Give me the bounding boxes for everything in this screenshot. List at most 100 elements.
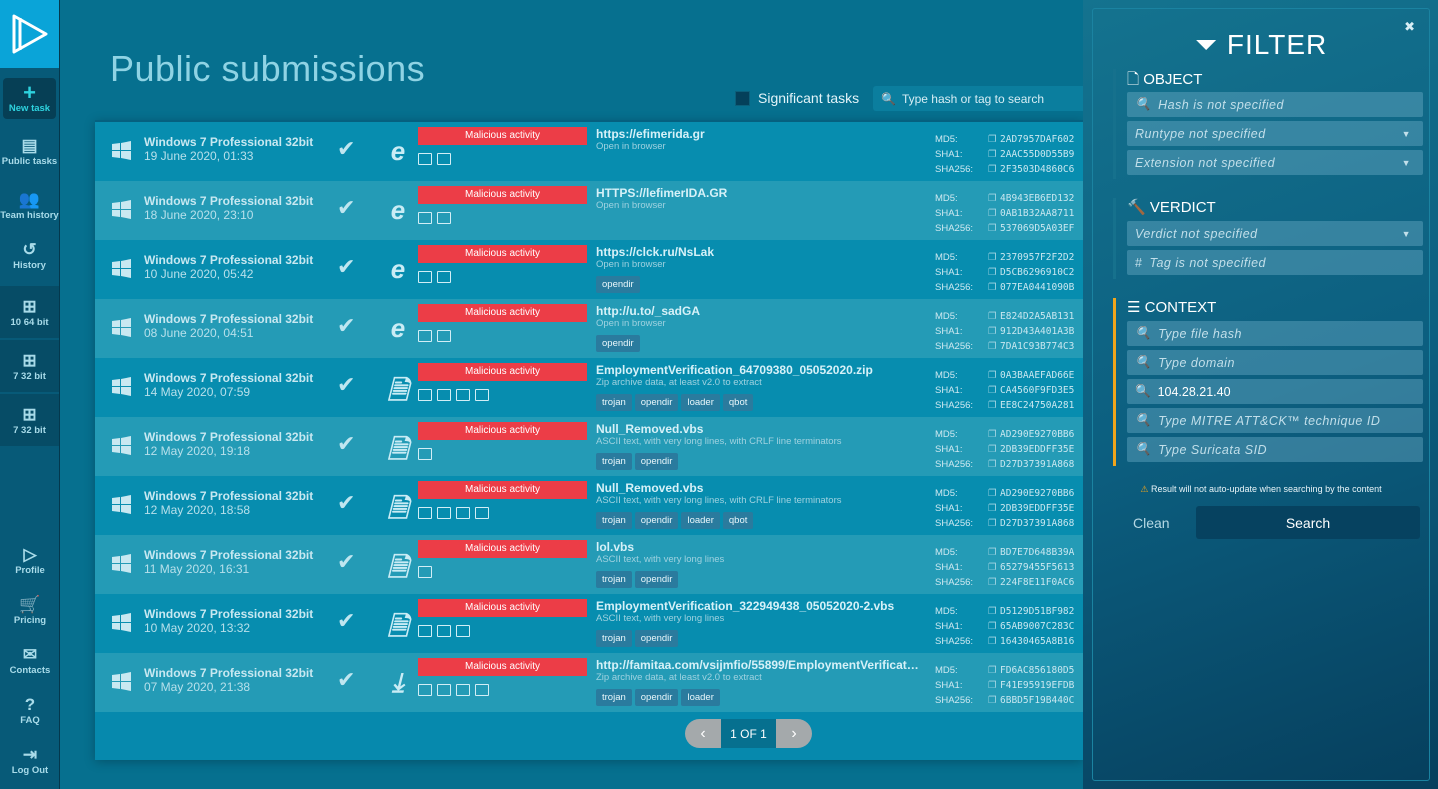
task-name[interactable]: Null_Removed.vbs <box>596 422 703 436</box>
task-name[interactable]: HTTPS://lefimerIDA.GR <box>596 186 727 200</box>
tag-badge[interactable]: trojan <box>596 571 632 588</box>
copy-icon[interactable]: ❐ <box>988 339 1000 354</box>
tag-badge[interactable]: opendir <box>596 335 640 352</box>
ip-input[interactable]: 🔍 104.28.21.40 <box>1127 379 1423 404</box>
task-name[interactable]: EmploymentVerification_322949438_0505202… <box>596 599 894 613</box>
task-name[interactable]: lol.vbs <box>596 540 634 554</box>
file-hash-input[interactable]: 🔍 Type file hash <box>1127 321 1423 346</box>
tag-badge[interactable]: opendir <box>596 276 640 293</box>
verdict-select[interactable]: Verdict not specified ▼ <box>1127 221 1423 246</box>
tag-badge[interactable]: opendir <box>634 689 679 706</box>
search-input[interactable]: 🔍 Type hash or tag to search <box>873 86 1088 111</box>
clean-button[interactable]: Clean <box>1133 515 1170 531</box>
significant-tasks-toggle[interactable]: Significant tasks <box>735 90 859 106</box>
copy-icon[interactable]: ❐ <box>988 206 1000 221</box>
copy-icon[interactable]: ❐ <box>988 427 1000 442</box>
copy-icon[interactable]: ❐ <box>988 457 1000 472</box>
copy-icon[interactable]: ❐ <box>988 162 1000 177</box>
sidebar-os-win7-32-alt[interactable]: ⊞ 7 32 bit <box>0 394 59 446</box>
task-row[interactable]: Windows 7 Professional 32bit 14 May 2020… <box>95 358 1083 417</box>
copy-icon[interactable]: ❐ <box>988 575 1000 590</box>
next-page-button[interactable]: › <box>776 719 812 748</box>
copy-icon[interactable]: ❐ <box>988 383 1000 398</box>
copy-icon[interactable]: ❐ <box>988 250 1000 265</box>
tag-badge[interactable]: loader <box>681 394 720 411</box>
copy-icon[interactable]: ❐ <box>988 280 1000 295</box>
sidebar-item-profile[interactable]: ▷ Profile <box>0 535 60 585</box>
sidebar-item-pricing[interactable]: 🛒 Pricing <box>0 585 60 635</box>
task-name[interactable]: http://famitaa.com/vsijmfio/55899/Employ… <box>596 658 921 672</box>
task-row[interactable]: Windows 7 Professional 32bit 12 May 2020… <box>95 476 1083 535</box>
copy-icon[interactable]: ❐ <box>988 368 1000 383</box>
copy-icon[interactable]: ❐ <box>988 486 1000 501</box>
task-row[interactable]: Windows 7 Professional 32bit 08 June 202… <box>95 299 1083 358</box>
sidebar-item-public-tasks[interactable]: ▤ Public tasks <box>0 123 59 180</box>
copy-icon[interactable]: ❐ <box>988 560 1000 575</box>
task-name[interactable]: https://clck.ru/NsLak <box>596 245 714 259</box>
tag-badge[interactable]: loader <box>681 512 720 529</box>
task-name[interactable]: http://u.to/_sadGA <box>596 304 700 318</box>
copy-icon[interactable]: ❐ <box>988 693 1000 708</box>
md5-line: MD5: ❐ 2370957F2F2D2 <box>935 250 1094 265</box>
copy-icon[interactable]: ❐ <box>988 634 1000 649</box>
sidebar-item-logout[interactable]: ⇥ Log Out <box>0 735 60 785</box>
task-row[interactable]: Windows 7 Professional 32bit 10 June 202… <box>95 240 1083 299</box>
task-name[interactable]: Null_Removed.vbs <box>596 481 703 495</box>
copy-icon[interactable]: ❐ <box>988 442 1000 457</box>
task-row[interactable]: Windows 7 Professional 32bit 19 June 202… <box>95 122 1083 181</box>
app-logo[interactable] <box>0 0 59 68</box>
task-row[interactable]: Windows 7 Professional 32bit 10 May 2020… <box>95 594 1083 653</box>
tag-badge[interactable]: opendir <box>634 453 679 470</box>
tag-badge[interactable]: qbot <box>722 394 754 411</box>
copy-icon[interactable]: ❐ <box>988 324 1000 339</box>
tag-input[interactable]: # Tag is not specified <box>1127 250 1423 275</box>
hash-input[interactable]: 🔍 Hash is not specified <box>1127 92 1423 117</box>
copy-icon[interactable]: ❐ <box>988 147 1000 162</box>
tag-badge[interactable]: trojan <box>596 512 632 529</box>
copy-icon[interactable]: ❐ <box>988 678 1000 693</box>
copy-icon[interactable]: ❐ <box>988 501 1000 516</box>
tag-badge[interactable]: trojan <box>596 630 632 647</box>
tag-badge[interactable]: trojan <box>596 689 632 706</box>
copy-icon[interactable]: ❐ <box>988 663 1000 678</box>
domain-input[interactable]: 🔍 Type domain <box>1127 350 1423 375</box>
tag-badge[interactable]: qbot <box>722 512 754 529</box>
sidebar-item-history[interactable]: ↺ History <box>0 230 59 280</box>
extension-select[interactable]: Extension not specified ▼ <box>1127 150 1423 175</box>
task-row[interactable]: Windows 7 Professional 32bit 12 May 2020… <box>95 417 1083 476</box>
copy-icon[interactable]: ❐ <box>988 191 1000 206</box>
sidebar-item-faq[interactable]: ? FAQ <box>0 685 60 735</box>
copy-icon[interactable]: ❐ <box>988 604 1000 619</box>
sidebar-os-win7-32[interactable]: ⊞ 7 32 bit <box>0 340 59 392</box>
prev-page-button[interactable]: ‹ <box>685 719 721 748</box>
copy-icon[interactable]: ❐ <box>988 516 1000 531</box>
copy-icon[interactable]: ❐ <box>988 265 1000 280</box>
sidebar-item-team-history[interactable]: 👥 Team history <box>0 180 59 230</box>
search-button[interactable]: Search <box>1196 506 1420 539</box>
copy-icon[interactable]: ❐ <box>988 309 1000 324</box>
tag-badge[interactable]: opendir <box>634 394 679 411</box>
new-task-button[interactable]: + New task <box>3 78 56 119</box>
task-row[interactable]: Windows 7 Professional 32bit 18 June 202… <box>95 181 1083 240</box>
sidebar-item-contacts[interactable]: ✉ Contacts <box>0 635 60 685</box>
tag-badge[interactable]: trojan <box>596 394 632 411</box>
tag-badge[interactable]: trojan <box>596 453 632 470</box>
tag-badge[interactable]: loader <box>681 689 720 706</box>
copy-icon[interactable]: ❐ <box>988 221 1000 236</box>
copy-icon[interactable]: ❐ <box>988 619 1000 634</box>
tag-badge[interactable]: opendir <box>634 571 679 588</box>
task-row[interactable]: Windows 7 Professional 32bit 07 May 2020… <box>95 653 1083 712</box>
task-row[interactable]: Windows 7 Professional 32bit 11 May 2020… <box>95 535 1083 594</box>
tag-badge[interactable]: opendir <box>634 512 679 529</box>
mitre-input[interactable]: 🔍 Type MITRE ATT&CK™ technique ID <box>1127 408 1423 433</box>
significant-tasks-checkbox[interactable] <box>735 90 750 106</box>
copy-icon[interactable]: ❐ <box>988 545 1000 560</box>
suricata-input[interactable]: 🔍 Type Suricata SID <box>1127 437 1423 462</box>
task-name[interactable]: https://efimerida.gr <box>596 127 705 141</box>
runtype-select[interactable]: Runtype not specified ▼ <box>1127 121 1423 146</box>
task-name[interactable]: EmploymentVerification_64709380_05052020… <box>596 363 873 377</box>
sidebar-os-win10-64[interactable]: ⊞ 10 64 bit <box>0 286 59 338</box>
copy-icon[interactable]: ❐ <box>988 132 1000 147</box>
copy-icon[interactable]: ❐ <box>988 398 1000 413</box>
tag-badge[interactable]: opendir <box>634 630 679 647</box>
